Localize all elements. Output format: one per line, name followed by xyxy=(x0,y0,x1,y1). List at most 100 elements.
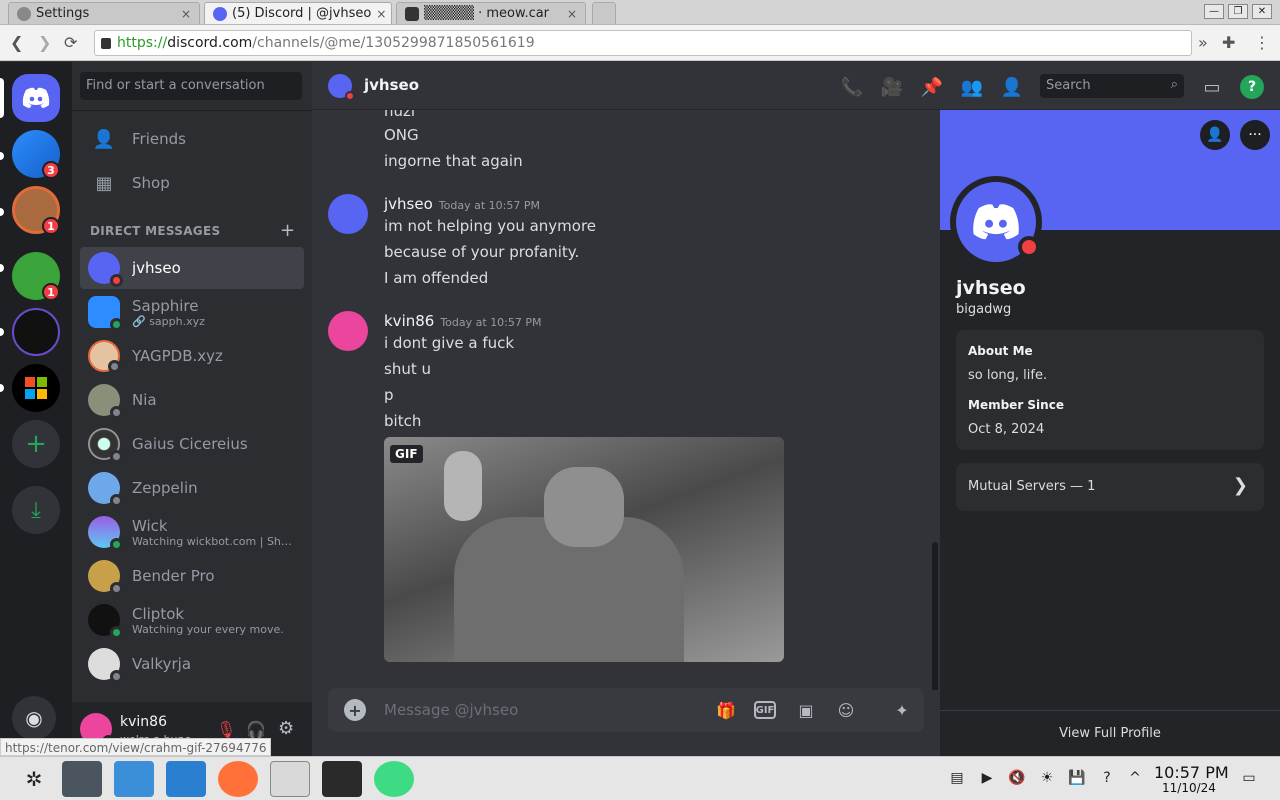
store-app[interactable] xyxy=(114,761,154,797)
show-desktop-icon[interactable]: ▭ xyxy=(1240,770,1258,788)
close-icon[interactable]: × xyxy=(376,7,386,21)
inbox-icon[interactable]: ▭ xyxy=(1200,75,1224,99)
media-icon[interactable]: ▶ xyxy=(978,770,996,788)
apps-icon[interactable]: ✦ xyxy=(890,698,914,722)
terminal-app[interactable] xyxy=(322,761,362,797)
address-bar[interactable]: https://discord.com/channels/@me/1305299… xyxy=(94,30,1192,56)
dm-name: Zeppelin xyxy=(132,479,198,497)
nav-friends[interactable]: 👤 Friends xyxy=(80,118,304,160)
app-launcher-icon[interactable]: ✲ xyxy=(14,761,54,797)
author-name[interactable]: kvin86 xyxy=(384,312,434,330)
discover-button[interactable]: ◉ xyxy=(12,696,56,740)
help-icon[interactable]: ? xyxy=(1240,75,1264,99)
new-tab-button[interactable] xyxy=(592,2,616,24)
mute-icon[interactable]: 🎙 xyxy=(216,720,236,739)
add-friend-button[interactable]: 👤 xyxy=(1200,120,1230,150)
overflow-chevron-icon[interactable]: » xyxy=(1198,33,1208,52)
x-app[interactable] xyxy=(270,761,310,797)
pin-icon[interactable]: 📌 xyxy=(920,75,944,99)
scrollbar[interactable] xyxy=(932,542,938,690)
avatar xyxy=(88,560,123,595)
friends-icon: 👤 xyxy=(92,128,116,150)
find-conversation-input[interactable]: Find or start a conversation xyxy=(80,72,302,100)
create-dm-button[interactable]: + xyxy=(280,220,295,241)
close-icon[interactable]: × xyxy=(567,7,577,21)
gif-embed[interactable]: GIF xyxy=(384,437,784,662)
brightness-icon[interactable]: ☀ xyxy=(1038,770,1056,788)
back-icon[interactable]: ❮ xyxy=(10,33,23,52)
chevron-up-icon[interactable]: ^ xyxy=(1126,770,1144,788)
clipboard-icon[interactable]: ▤ xyxy=(948,770,966,788)
volume-muted-icon[interactable]: 🔇 xyxy=(1008,770,1026,788)
add-attachment-icon[interactable]: + xyxy=(344,699,366,721)
firefox-app[interactable] xyxy=(218,761,258,797)
dm-name: Sapphire xyxy=(132,296,199,315)
add-friend-icon: 👤 xyxy=(1206,127,1224,143)
headphones-icon[interactable]: 🎧 xyxy=(246,720,266,739)
view-full-profile-link[interactable]: View Full Profile xyxy=(940,726,1280,741)
close-icon[interactable]: × xyxy=(181,7,191,21)
dm-item[interactable]: Gaius Cicereius xyxy=(80,423,304,465)
close-window-button[interactable]: ✕ xyxy=(1252,4,1272,19)
avatar xyxy=(88,472,123,507)
settings-app[interactable] xyxy=(62,761,102,797)
dm-item[interactable]: Zeppelin xyxy=(80,467,304,509)
status-offline-icon xyxy=(110,450,123,463)
user-profile-icon[interactable]: 👤 xyxy=(1000,75,1024,99)
dm-item[interactable]: Wick Watching wickbot.com | Shar... xyxy=(80,511,304,553)
video-call-icon[interactable]: 🎥 xyxy=(880,75,904,99)
maximize-button[interactable]: ❐ xyxy=(1228,4,1248,19)
nav-label: Shop xyxy=(132,174,170,192)
add-friend-icon[interactable]: 👥 xyxy=(960,75,984,99)
nav-shop[interactable]: ▦ Shop xyxy=(80,162,304,204)
clock-time[interactable]: 10:57 PM xyxy=(1154,763,1229,782)
mutual-servers-button[interactable]: Mutual Servers — 1 ❯ xyxy=(956,463,1264,511)
dm-name: Nia xyxy=(132,391,157,409)
more-options-button[interactable]: ··· xyxy=(1240,120,1270,150)
settings-gear-icon[interactable]: ⚙ xyxy=(278,718,294,739)
download-apps-button[interactable]: ⤓ xyxy=(12,486,60,534)
server-sidebar: 3 1 1 + ⤓ ◉ xyxy=(0,62,72,756)
tab-discord[interactable]: (5) Discord | @jvhseo × xyxy=(204,2,392,24)
reload-icon[interactable]: ⟳ xyxy=(64,33,77,52)
voice-call-icon[interactable]: 📞 xyxy=(840,75,864,99)
forward-icon[interactable]: ❯ xyxy=(38,33,51,52)
clock-date: 11/10/24 xyxy=(1162,781,1216,795)
dm-item[interactable]: Valkyrja xyxy=(80,643,304,685)
avatar xyxy=(88,428,123,463)
dm-item[interactable]: jvhseo xyxy=(80,247,304,289)
message-avatar[interactable] xyxy=(328,194,368,234)
search-input[interactable]: Search ⌕ xyxy=(1040,74,1184,98)
extensions-icon[interactable]: ✚ xyxy=(1222,33,1235,52)
gif-picker-icon[interactable]: GIF xyxy=(754,701,776,719)
server-ae[interactable] xyxy=(12,308,60,356)
dm-name: Wick xyxy=(132,516,168,535)
minimize-button[interactable]: — xyxy=(1204,4,1224,19)
username: kvin86 xyxy=(120,714,167,730)
files-app[interactable] xyxy=(166,761,206,797)
home-button[interactable] xyxy=(12,74,60,122)
tab-settings[interactable]: Settings × xyxy=(8,2,200,24)
save-icon[interactable]: 💾 xyxy=(1068,770,1086,788)
gift-icon[interactable]: 🎁 xyxy=(714,698,738,722)
message-input[interactable] xyxy=(384,698,674,722)
emoji-icon[interactable]: ☺ xyxy=(834,698,858,722)
message-text: ONG xyxy=(384,126,419,144)
sticker-icon[interactable]: ▣ xyxy=(794,698,818,722)
message-text: nuzi xyxy=(384,110,416,120)
tab-meow[interactable]: ▒▒▒▒▒ · meow.car × xyxy=(396,2,586,24)
dm-item[interactable]: Sapphire 🔗 sapph.xyz xyxy=(80,291,304,333)
help-icon[interactable]: ? xyxy=(1098,770,1116,788)
url-scheme: https:// xyxy=(117,35,168,51)
server-windows[interactable] xyxy=(12,364,60,412)
dm-item[interactable]: Nia xyxy=(80,379,304,421)
dm-item[interactable]: Bender Pro xyxy=(80,555,304,597)
add-server-button[interactable]: + xyxy=(12,420,60,468)
dm-item[interactable]: YAGPDB.xyz xyxy=(80,335,304,377)
dm-item[interactable]: Cliptok Watching your every move. xyxy=(80,599,304,641)
android-app[interactable] xyxy=(374,761,414,797)
profile-avatar xyxy=(950,176,1042,268)
menu-icon[interactable]: ⋮ xyxy=(1254,33,1270,52)
message-avatar[interactable] xyxy=(328,311,368,351)
author-name[interactable]: jvhseo xyxy=(384,195,433,213)
